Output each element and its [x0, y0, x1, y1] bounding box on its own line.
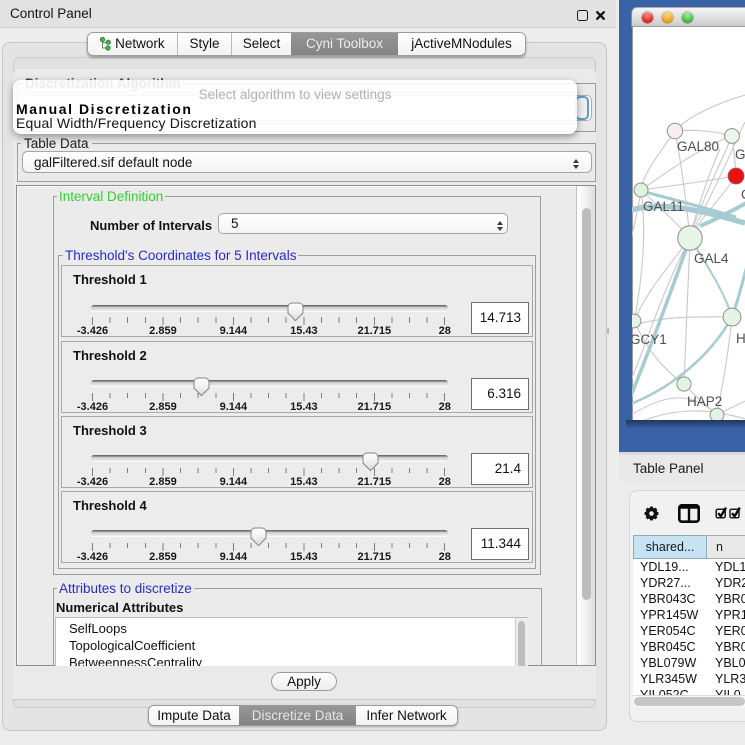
svg-text:GAL4: GAL4: [694, 251, 729, 266]
svg-text:GAL11: GAL11: [643, 199, 684, 214]
svg-text:H: H: [736, 331, 745, 346]
svg-text:G.: G.: [735, 147, 745, 162]
svg-text:C: C: [741, 187, 745, 202]
svg-text:GAL80: GAL80: [677, 139, 719, 154]
svg-text:GCY1: GCY1: [632, 332, 667, 347]
svg-text:HAP2: HAP2: [687, 394, 722, 409]
